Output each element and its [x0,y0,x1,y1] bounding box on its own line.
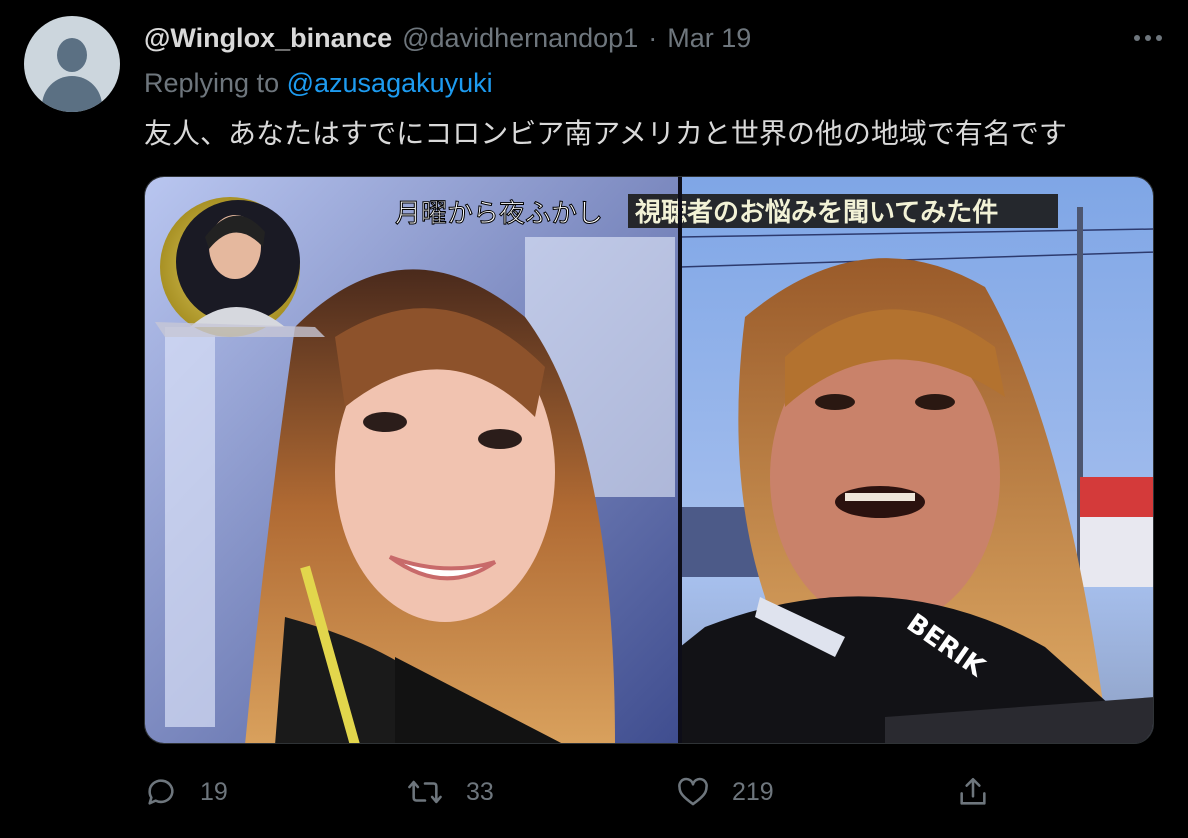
show-title: 月曜から夜ふかし [395,199,603,229]
retweet-icon [406,775,444,809]
tweet-image[interactable]: 月曜から夜ふかし 視聴者のお悩みを聞いてみた件 BERIK [144,176,1154,744]
reply-button[interactable]: 19 [144,764,228,820]
tweet-date[interactable]: Mar 19 [667,23,751,54]
tweet[interactable]: @Winglox_binance @davidhernandop1 · Mar … [0,0,1188,838]
retweet-button[interactable]: 33 [406,764,494,820]
share-button[interactable] [956,764,990,820]
like-icon [676,775,710,809]
like-button[interactable]: 219 [676,764,774,820]
avatar[interactable] [24,16,120,112]
like-count: 219 [732,777,774,806]
avatar-body [42,76,102,112]
more-button[interactable] [1128,20,1168,56]
display-name[interactable]: @Winglox_binance [144,23,392,54]
separator-dot: · [648,22,658,53]
user-handle[interactable]: @davidhernandop1 [402,23,638,54]
reply-icon [144,775,178,809]
replying-to-handle[interactable]: @azusagakuyuki [287,68,493,98]
share-icon [956,775,990,809]
caption-text: 視聴者のお悩みを聞いてみた件 [635,198,998,228]
more-icon [1133,34,1163,42]
reply-count: 19 [200,777,228,806]
tweet-actions: 19 33 219 [144,764,1004,820]
tweet-header: @Winglox_binance @davidhernandop1 · Mar … [144,20,751,56]
avatar-head [57,38,87,72]
retweet-count: 33 [466,777,494,806]
replying-prefix: Replying to [144,68,280,98]
replying-to: Replying to @azusagakuyuki [144,68,493,99]
tweet-text: 友人、あなたはすでにコロンビア南アメリカと世界の他の地域で有名です [144,117,1067,150]
